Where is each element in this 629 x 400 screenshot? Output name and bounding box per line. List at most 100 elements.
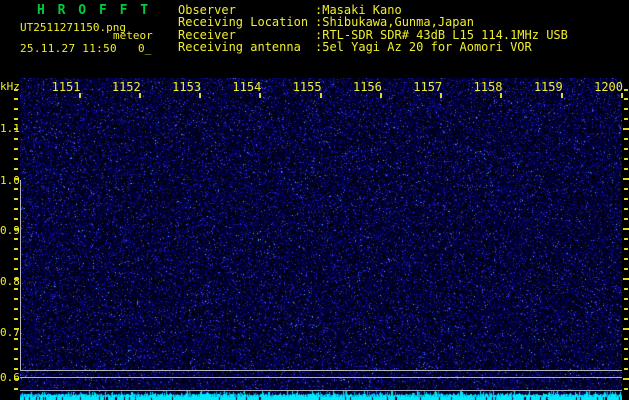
time-tick-mark <box>319 93 322 98</box>
freq-tick-mark-right <box>624 168 628 170</box>
station-info-value: :Shibukawa,Gunma,Japan <box>315 15 474 30</box>
freq-tick-mark-right <box>624 89 628 91</box>
freq-tick-mark-left <box>14 328 18 330</box>
time-tick-label: 1155 <box>292 80 322 94</box>
time-tick-mark <box>379 93 382 98</box>
freq-tick-mark-right <box>624 288 628 290</box>
freq-tick-mark-right <box>623 228 629 230</box>
freq-tick-mark-right <box>623 328 629 330</box>
freq-tick-mark-right <box>624 338 628 340</box>
freq-tick-mark-left <box>14 378 18 380</box>
frequency-unit-label: kHz <box>0 80 20 93</box>
freq-tick-mark-right <box>624 268 628 270</box>
station-info-label: Receiving antenna <box>178 40 301 55</box>
freq-tick-label: 0.8 <box>0 275 20 288</box>
freq-tick-mark-left <box>14 298 18 300</box>
freq-tick-mark-right <box>624 108 628 110</box>
freq-tick-mark-right <box>624 318 628 320</box>
station-info-values: :Masaki Kano:Shibukawa,Gunma,Japan:RTL-S… <box>315 4 568 54</box>
time-tick-label: 1157 <box>413 80 443 94</box>
station-info-label: Receiving Location <box>178 15 309 30</box>
freq-tick-mark-right <box>624 248 628 250</box>
freq-tick-mark-right <box>624 218 628 220</box>
freq-tick-mark-left <box>14 208 18 210</box>
freq-tick-mark-right <box>624 208 628 210</box>
freq-tick-mark-left <box>14 188 18 190</box>
grid-line-lower <box>20 390 622 391</box>
freq-tick-mark-right <box>624 368 628 370</box>
freq-tick-mark-right <box>623 378 629 380</box>
freq-tick-label: 0.9 <box>0 224 20 237</box>
freq-tick-mark-left <box>14 318 18 320</box>
time-tick-label: 1154 <box>232 80 262 94</box>
freq-tick-mark-left <box>14 98 18 100</box>
freq-tick-mark-left <box>14 138 18 140</box>
freq-tick-mark-right <box>624 98 628 100</box>
freq-tick-mark-right <box>624 298 628 300</box>
time-tick-mark <box>621 93 624 98</box>
freq-tick-mark-right <box>624 148 628 150</box>
time-tick-label: 1151 <box>51 80 81 94</box>
grid-line-middle <box>20 377 622 378</box>
time-tick-mark <box>138 93 141 98</box>
time-tick-mark <box>78 93 81 98</box>
freq-tick-mark-left <box>14 368 18 370</box>
freq-tick-label: 1.0 <box>0 174 20 187</box>
freq-tick-mark-left <box>14 128 18 130</box>
freq-tick-mark-left <box>14 178 18 180</box>
freq-tick-mark-left <box>14 338 18 340</box>
spectrogram-canvas <box>20 78 622 400</box>
echo-count: 0_ <box>138 42 152 55</box>
freq-tick-mark-left <box>14 248 18 250</box>
freq-tick-mark-left <box>14 218 18 220</box>
freq-tick-mark-left <box>14 148 18 150</box>
freq-tick-mark-right <box>624 118 628 120</box>
time-tick-label: 1158 <box>473 80 503 94</box>
station-info-value: :5el Yagi Az 20 for Aomori VOR <box>315 40 532 55</box>
freq-tick-mark-left <box>14 168 18 170</box>
time-tick-label: 1153 <box>172 80 202 94</box>
grid-line-upper <box>20 370 622 371</box>
freq-tick-mark-left <box>14 89 18 91</box>
freq-tick-mark-left <box>14 268 18 270</box>
time-tick-mark <box>440 93 443 98</box>
freq-tick-mark-right <box>624 348 628 350</box>
freq-tick-mark-left <box>14 198 18 200</box>
time-tick-mark <box>199 93 202 98</box>
freq-tick-mark-left <box>14 308 18 310</box>
app-title: H R O F F T <box>37 3 151 18</box>
freq-tick-mark-left <box>14 228 18 230</box>
time-tick-mark <box>560 93 563 98</box>
freq-tick-mark-right <box>624 238 628 240</box>
timestamp: 25.11.27 11:50 <box>20 42 117 55</box>
freq-tick-mark-right <box>624 308 628 310</box>
time-tick-label: 1200 <box>594 80 624 94</box>
freq-tick-mark-left <box>14 108 18 110</box>
freq-tick-mark-left <box>14 238 18 240</box>
freq-tick-mark-left <box>14 278 18 280</box>
freq-tick-mark-right <box>624 358 628 360</box>
freq-tick-mark-right <box>623 128 629 130</box>
freq-tick-mark-right <box>624 198 628 200</box>
mode-label: meteor <box>113 29 153 42</box>
freq-tick-mark-right <box>623 178 629 180</box>
plot-left-border <box>20 180 21 370</box>
station-info-labels: Observer Receiving Location Receiver Receiv… <box>178 4 308 54</box>
time-tick-label: 1159 <box>533 80 563 94</box>
freq-tick-mark-right <box>624 138 628 140</box>
freq-tick-mark-right <box>623 278 629 280</box>
freq-tick-mark-right <box>624 158 628 160</box>
freq-tick-mark-left <box>14 348 18 350</box>
freq-tick-mark-right <box>624 188 628 190</box>
freq-tick-mark-right <box>624 388 628 390</box>
time-tick-mark <box>500 93 503 98</box>
freq-tick-mark-left <box>14 388 18 390</box>
time-tick-mark <box>259 93 262 98</box>
freq-tick-mark-left <box>14 158 18 160</box>
capture-filename: UT2511271150.png <box>20 21 126 34</box>
freq-tick-mark-left <box>14 288 18 290</box>
freq-tick-mark-left <box>14 118 18 120</box>
hrofft-output: H R O F F T UT2511271150.png meteor 25.1… <box>0 0 629 400</box>
freq-tick-mark-right <box>624 258 628 260</box>
time-tick-label: 1152 <box>111 80 141 94</box>
